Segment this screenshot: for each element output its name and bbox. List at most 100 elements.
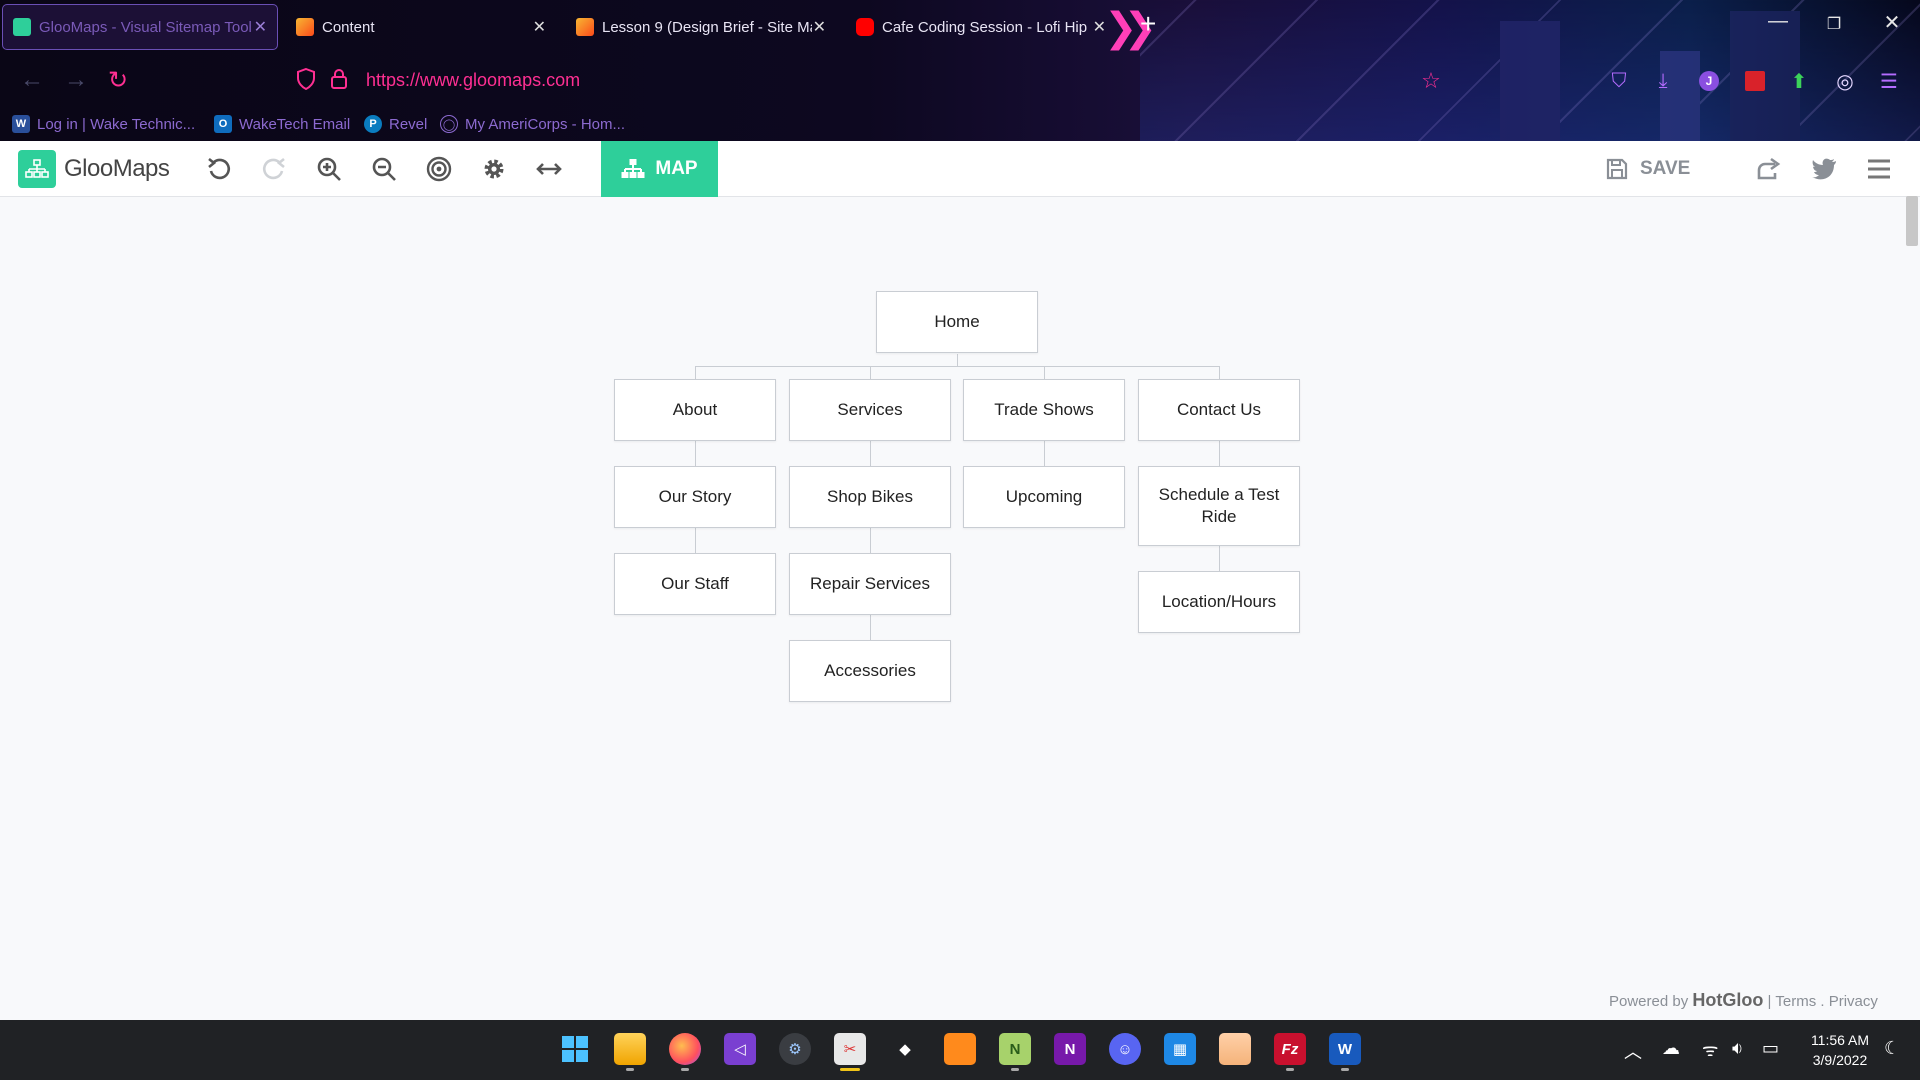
privacy-link[interactable]: Privacy xyxy=(1829,993,1878,1010)
tab-content[interactable]: Content ✕ xyxy=(286,4,556,50)
gloomaps-logo[interactable]: GlooMaps xyxy=(18,150,170,188)
windows-start-icon[interactable] xyxy=(559,1033,591,1065)
save-label: SAVE xyxy=(1640,158,1691,179)
close-icon[interactable]: ✕ xyxy=(254,17,267,37)
undo-button[interactable] xyxy=(202,152,236,186)
wifi-icon[interactable]: ᯤ xyxy=(1702,1038,1718,1062)
site-security[interactable] xyxy=(296,68,348,90)
firefox-icon[interactable] xyxy=(669,1033,701,1065)
share-icon xyxy=(1757,157,1781,180)
globe-icon: ◯ xyxy=(440,115,458,133)
terms-link[interactable]: Terms xyxy=(1775,993,1816,1010)
sitemap-node-our-story[interactable]: Our Story xyxy=(614,466,776,528)
onedrive-icon[interactable]: ☁ xyxy=(1662,1038,1680,1059)
sketch-favicon-icon xyxy=(296,18,314,36)
volume-icon[interactable]: 🔉︎ xyxy=(1732,1038,1743,1059)
sitemap-node-services[interactable]: Services xyxy=(789,379,951,441)
show-hidden-icons-icon[interactable]: ︿ xyxy=(1624,1038,1642,1064)
sitemap-icon xyxy=(621,159,645,178)
tab-youtube[interactable]: Cafe Coding Session - Lofi Hip ✕ xyxy=(846,4,1116,50)
notepad-plus-plus-icon[interactable]: N xyxy=(999,1033,1031,1065)
menu-icon[interactable]: ☰ xyxy=(1876,68,1902,94)
close-icon[interactable]: ✕ xyxy=(813,17,826,37)
lock-icon xyxy=(331,69,347,89)
sitemap-node-accessories[interactable]: Accessories xyxy=(789,640,951,702)
outlook-icon: O xyxy=(214,115,232,133)
filezilla-icon[interactable]: Fz xyxy=(1274,1033,1306,1065)
bookmark-waketech-email[interactable]: O WakeTech Email xyxy=(214,113,350,135)
tab-title: Content xyxy=(322,18,375,36)
snipping-tool-icon[interactable]: ✂ xyxy=(834,1033,866,1065)
extension-red-icon[interactable] xyxy=(1742,68,1768,94)
profile-avatar-icon[interactable]: J xyxy=(1696,68,1722,94)
active-indicator xyxy=(840,1068,860,1071)
bookmark-label: Log in | Wake Technic... xyxy=(37,115,196,133)
url-bar[interactable]: https://www.gloomaps.com xyxy=(366,70,580,91)
new-tab-button[interactable]: + xyxy=(1140,10,1156,38)
clock-date: 3/9/2022 xyxy=(1812,1052,1868,1068)
visual-studio-icon[interactable]: ◁ xyxy=(724,1033,756,1065)
twitter-button[interactable] xyxy=(1808,153,1840,185)
restore-icon[interactable]: ❐ xyxy=(1814,14,1854,34)
clock-time: 11:56 AM xyxy=(1810,1032,1870,1048)
extension-green-icon[interactable]: ⬆ xyxy=(1786,68,1812,94)
layout-toggle-button[interactable] xyxy=(532,152,566,186)
bookmark-star-icon[interactable]: ☆ xyxy=(1418,68,1444,94)
map-view-button[interactable]: MAP xyxy=(601,141,718,197)
zoom-in-button[interactable] xyxy=(312,152,346,186)
youtube-favicon-icon xyxy=(856,18,874,36)
settings-button[interactable] xyxy=(477,152,511,186)
file-explorer-icon[interactable] xyxy=(614,1033,646,1065)
target-icon xyxy=(426,156,452,182)
settings-icon[interactable]: ⚙ xyxy=(779,1033,811,1065)
sitemap-node-upcoming[interactable]: Upcoming xyxy=(963,466,1125,528)
gloomaps-toolbar: GlooMaps MAP SAVE xyxy=(0,141,1920,197)
sitemap-node-repair-services[interactable]: Repair Services xyxy=(789,553,951,615)
word-icon[interactable]: W xyxy=(1329,1033,1361,1065)
sitemap-node-location-hours[interactable]: Location/Hours xyxy=(1138,571,1300,633)
tab-overflow-icon[interactable]: ❯❯ xyxy=(1104,8,1157,48)
back-icon[interactable]: ← xyxy=(20,66,44,94)
center-map-button[interactable] xyxy=(422,152,456,186)
tab-lesson-9[interactable]: Lesson 9 (Design Brief - Site Map ✕ xyxy=(566,4,836,50)
save-button[interactable]: SAVE xyxy=(1606,153,1690,185)
undo-icon xyxy=(208,157,231,180)
sublime-icon[interactable] xyxy=(944,1033,976,1065)
inkscape-icon[interactable]: ◆ xyxy=(889,1033,921,1065)
bookmark-revel[interactable]: P Revel xyxy=(364,113,427,135)
battery-icon[interactable]: ▭ xyxy=(1762,1038,1779,1059)
onenote-icon[interactable]: N xyxy=(1054,1033,1086,1065)
hamburger-menu-button[interactable] xyxy=(1863,153,1895,185)
calendar-icon[interactable]: ▦ xyxy=(1164,1033,1196,1065)
sitemap-node-our-staff[interactable]: Our Staff xyxy=(614,553,776,615)
minimize-icon[interactable]: — xyxy=(1758,10,1798,33)
layers-app-icon[interactable] xyxy=(1219,1033,1251,1065)
sitemap-node-trade-shows[interactable]: Trade Shows xyxy=(963,379,1125,441)
redo-button[interactable] xyxy=(257,152,291,186)
sitemap-node-contact-us[interactable]: Contact Us xyxy=(1138,379,1300,441)
zoom-out-button[interactable] xyxy=(367,152,401,186)
close-window-icon[interactable]: ✕ xyxy=(1872,10,1912,35)
bookmark-waketech[interactable]: W Log in | Wake Technic... xyxy=(12,113,195,135)
sitemap-node-schedule-test-ride[interactable]: Schedule a Test Ride xyxy=(1138,466,1300,546)
sitemap-node-about[interactable]: About xyxy=(614,379,776,441)
bookmark-americorps[interactable]: ◯ My AmeriCorps - Hom... xyxy=(440,113,625,135)
gloomaps-favicon-icon xyxy=(13,18,31,36)
sitemap-node-shop-bikes[interactable]: Shop Bikes xyxy=(789,466,951,528)
share-button[interactable] xyxy=(1753,153,1785,185)
floppy-disk-icon xyxy=(1606,158,1628,180)
forward-icon[interactable]: → xyxy=(64,66,88,94)
vertical-scrollbar[interactable] xyxy=(1906,196,1918,246)
pocket-icon[interactable]: ⛉ xyxy=(1606,68,1632,94)
extension-globe-icon[interactable]: ◎ xyxy=(1832,68,1858,94)
downloads-icon[interactable]: ⤓ xyxy=(1650,68,1676,94)
reload-icon[interactable]: ↻ xyxy=(108,66,128,95)
app-name: GlooMaps xyxy=(64,155,170,182)
discord-icon[interactable]: ☺ xyxy=(1109,1033,1141,1065)
close-icon[interactable]: ✕ xyxy=(533,17,546,37)
focus-assist-icon[interactable]: ☾ xyxy=(1884,1038,1900,1059)
system-clock[interactable]: 11:56 AM 3/9/2022 xyxy=(1796,1030,1884,1070)
hotgloo-link[interactable]: HotGloo xyxy=(1692,990,1763,1010)
sitemap-node-home[interactable]: Home xyxy=(876,291,1038,353)
tab-gloomaps[interactable]: GlooMaps - Visual Sitemap Tool ✕ xyxy=(2,4,278,50)
